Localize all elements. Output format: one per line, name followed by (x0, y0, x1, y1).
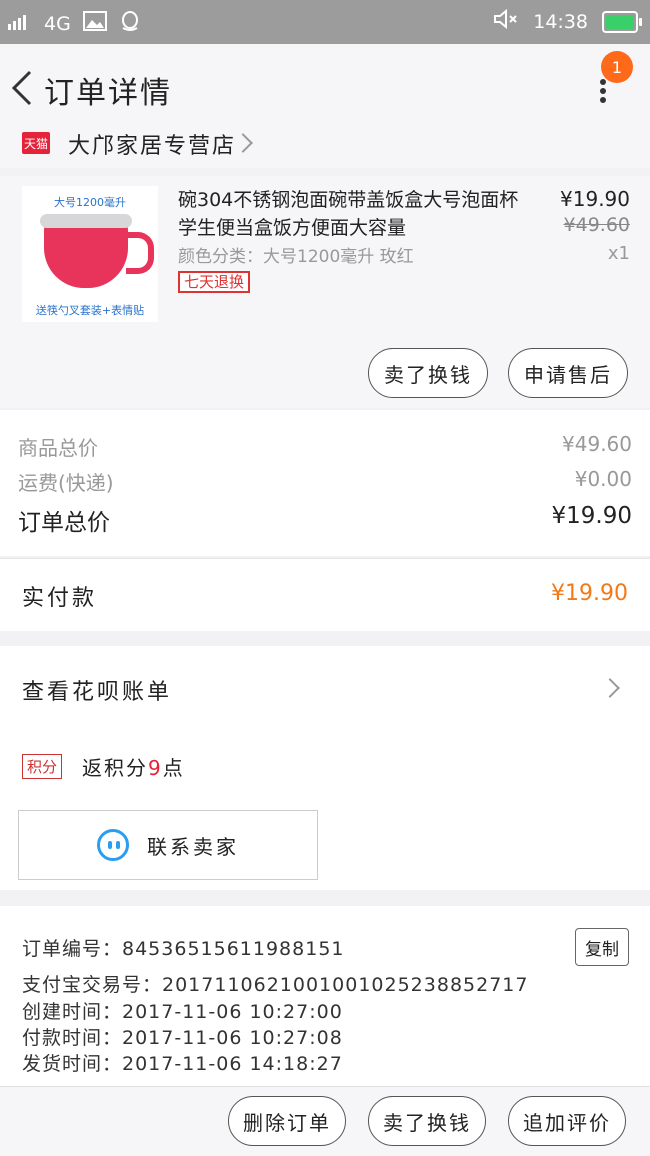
delete-order-button[interactable]: 删除订单 (228, 1096, 346, 1146)
points-value: 9 (148, 756, 163, 780)
product-price: ¥19.90 (560, 187, 630, 211)
network-type: 4G (44, 12, 71, 35)
huabei-link[interactable]: 查看花呗账单 (22, 674, 172, 706)
bowl-handle (126, 232, 154, 274)
order-total-row: 订单总价 ¥19.90 (18, 503, 632, 537)
image-caption-top: 大号1200毫升 (54, 196, 126, 209)
points-badge: 积分 (22, 754, 63, 779)
shipping-row: 运费(快递) ¥0.00 (18, 467, 632, 496)
back-button[interactable] (6, 66, 42, 110)
chat-icon (97, 829, 129, 861)
bowl-illustration (44, 220, 128, 288)
product-image[interactable]: 大号1200毫升 送筷勺叉套装+表情贴 (22, 186, 158, 322)
store-name[interactable]: 大邝家居专营店 (68, 128, 236, 160)
chevron-left-icon (11, 70, 32, 106)
review-button[interactable]: 追加评价 (508, 1096, 626, 1146)
goods-total-value: ¥49.60 (562, 432, 632, 456)
points-text: 返积分9点 (82, 752, 185, 781)
return-tag: 七天退换 (178, 271, 251, 293)
original-price: ¥49.60 (563, 214, 630, 236)
tmall-badge: 天猫 (22, 132, 50, 154)
shipped-time: 发货时间：2017-11-06 14:18:27 (22, 1053, 343, 1075)
paid-value: ¥19.90 (551, 581, 628, 606)
sell-button[interactable]: 卖了换钱 (368, 348, 488, 398)
qq-icon (119, 10, 141, 37)
product-quantity: x1 (607, 243, 630, 264)
signal-icon (8, 13, 32, 35)
order-number: 订单编号：84536515611988151 (22, 938, 345, 960)
status-bar: 4G 14:38 (0, 0, 650, 44)
alipay-number: 支付宝交易号：2017110621001001025238852717 (22, 974, 529, 996)
battery-icon (602, 10, 642, 33)
page-title: 订单详情 (44, 76, 172, 111)
paid-label: 实付款 (22, 586, 98, 611)
nav-bar: 订单详情 (0, 44, 650, 132)
points-prefix: 返积分 (82, 756, 148, 780)
shipping-label: 运费(快递) (18, 471, 114, 495)
order-total-label: 订单总价 (18, 510, 110, 536)
image-caption-bottom: 送筷勺叉套装+表情贴 (35, 304, 145, 317)
order-total-value: ¥19.90 (551, 503, 632, 529)
points-suffix: 点 (162, 756, 185, 780)
product-spec: 颜色分类：大号1200毫升 玫红 (178, 247, 414, 267)
paid-time: 付款时间：2017-11-06 10:27:08 (22, 1027, 343, 1049)
contact-seller-label: 联系卖家 (147, 834, 239, 859)
more-menu-button[interactable] (600, 76, 608, 106)
goods-total-row: 商品总价 ¥49.60 (18, 432, 632, 461)
image-icon (82, 11, 107, 36)
shipping-value: ¥0.00 (574, 467, 632, 491)
bowl-lid (40, 214, 132, 228)
copy-button[interactable]: 复制 (575, 928, 629, 966)
goods-total-label: 商品总价 (18, 436, 98, 460)
sell-bottom-button[interactable]: 卖了换钱 (368, 1096, 486, 1146)
clock: 14:38 (533, 10, 588, 33)
mute-icon (493, 8, 519, 34)
after-sale-button[interactable]: 申请售后 (508, 348, 628, 398)
product-title[interactable]: 碗304不锈钢泡面碗带盖饭盒大号泡面杯学生便当盒饭方便面大容量 (178, 186, 523, 242)
created-time: 创建时间：2017-11-06 10:27:00 (22, 1001, 343, 1023)
contact-seller-button[interactable]: 联系卖家 (18, 810, 318, 880)
